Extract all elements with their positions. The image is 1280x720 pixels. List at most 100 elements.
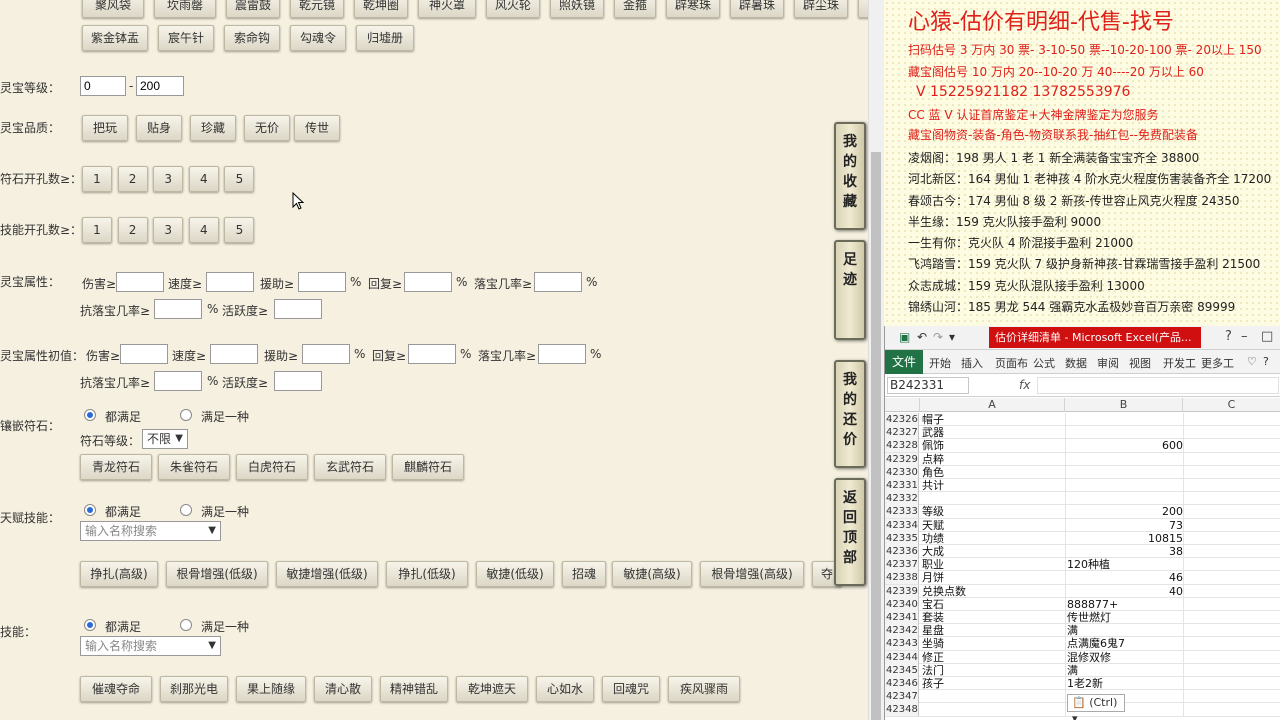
redo-icon[interactable]: ↷ <box>933 330 943 344</box>
ribbon-tab[interactable]: 数据 <box>1065 355 1087 371</box>
rune-holes-option-button[interactable]: 3 <box>153 166 184 192</box>
skill-option-button[interactable]: 疾风骤雨 <box>668 676 740 702</box>
skill-option-button[interactable]: 清心散 <box>314 676 372 702</box>
select-all-corner[interactable] <box>885 398 920 412</box>
row-number[interactable]: 42337 <box>885 558 919 572</box>
rune-type-button[interactable]: 白虎符石 <box>236 454 308 480</box>
attr-activity-input[interactable] <box>274 299 322 319</box>
item-type-button[interactable]: 照妖镜 <box>550 0 604 18</box>
cell-a[interactable]: 月饼 <box>922 571 1065 584</box>
rune-type-button[interactable]: 玄武符石 <box>314 454 386 480</box>
attr-anti-drop-input[interactable] <box>154 371 202 391</box>
cell-b[interactable]: 40 <box>1067 585 1183 598</box>
row-number[interactable]: 42331 <box>885 479 919 492</box>
cell-a[interactable]: 兑换点数 <box>922 585 1065 598</box>
chevron-down-icon[interactable]: ▾ <box>949 330 955 344</box>
ribbon-tab[interactable]: 插入 <box>961 355 983 371</box>
talent-any-radio[interactable] <box>180 504 192 516</box>
level-min-input[interactable] <box>80 76 126 96</box>
talent-option-button[interactable]: 敏捷(高级) <box>612 561 692 587</box>
skill-search-input[interactable]: 输入名称搜索 ▼ <box>80 636 221 656</box>
name-box[interactable]: B242331 <box>887 377 969 394</box>
ribbon-tab[interactable]: 视图 <box>1129 355 1151 371</box>
quality-option-button[interactable]: 贴身 <box>136 115 182 141</box>
cell-a[interactable]: 修正 <box>922 651 1065 664</box>
attr-damage-input[interactable] <box>120 344 168 364</box>
save-icon[interactable]: ▣ <box>899 330 910 344</box>
row-number[interactable]: 42344 <box>885 650 919 664</box>
item-type-button[interactable]: 勾魂令 <box>290 25 346 51</box>
item-type-button[interactable]: 聚风袋 <box>82 0 144 18</box>
column-header[interactable]: C <box>1183 398 1280 412</box>
skill-option-button[interactable]: 催魂夺命 <box>80 676 152 702</box>
footprints-tab[interactable]: 足迹 <box>834 240 866 340</box>
item-type-button[interactable]: 坎雨罄 <box>154 0 216 18</box>
row-number[interactable]: 42347 <box>885 690 919 704</box>
talent-search-input[interactable]: 输入名称搜索 ▼ <box>80 521 221 541</box>
attr-speed-input[interactable] <box>206 272 254 292</box>
cell-a[interactable]: 天赋 <box>922 519 1065 532</box>
cell-a[interactable]: 功绩 <box>922 532 1065 545</box>
cell-a[interactable]: 职业 <box>922 558 1065 571</box>
row-number[interactable]: 42329 <box>885 452 919 466</box>
quality-option-button[interactable]: 把玩 <box>82 115 128 141</box>
cell-a[interactable]: 孩子 <box>922 677 1065 690</box>
talent-option-button[interactable]: 招魂 <box>562 561 606 587</box>
inlay-any-radio[interactable] <box>180 409 192 421</box>
row-number[interactable]: 42335 <box>885 531 919 545</box>
cell-a[interactable]: 套装 <box>922 611 1065 624</box>
talent-option-button[interactable]: 挣扎(高级) <box>80 561 158 587</box>
quality-option-button[interactable]: 无价 <box>244 115 290 141</box>
item-type-button[interactable]: 辟尘珠 <box>794 0 848 18</box>
item-type-button[interactable]: 金箍 <box>614 0 656 18</box>
ribbon-tab[interactable]: 开发工 <box>1163 355 1196 371</box>
quality-option-button[interactable]: 传世 <box>294 115 340 141</box>
quality-option-button[interactable]: 珍藏 <box>190 115 236 141</box>
cell-b[interactable]: 200 <box>1067 505 1183 518</box>
item-type-button[interactable]: 神火罩 <box>418 0 476 18</box>
item-type-button[interactable]: 辟暑珠 <box>730 0 784 18</box>
ribbon-tab[interactable]: 更多工 <box>1201 355 1234 371</box>
row-number[interactable]: 42327 <box>885 426 919 440</box>
my-favorites-tab[interactable]: 我的收藏 <box>834 122 866 230</box>
cell-b[interactable]: 120种植 <box>1067 558 1183 571</box>
attr-drop-input[interactable] <box>534 272 582 292</box>
cell-a[interactable]: 等级 <box>922 505 1065 518</box>
cell-a[interactable]: 宝石 <box>922 598 1065 611</box>
skill-option-button[interactable]: 精神错乱 <box>380 676 448 702</box>
row-number[interactable]: 42333 <box>885 505 919 519</box>
cell-b[interactable]: 46 <box>1067 571 1183 584</box>
skill-any-radio[interactable] <box>180 619 192 631</box>
row-number[interactable]: 42336 <box>885 545 919 558</box>
attr-damage-input[interactable] <box>116 272 164 292</box>
row-number[interactable]: 42339 <box>885 584 919 598</box>
skill-option-button[interactable]: 果上随缘 <box>236 676 306 702</box>
row-number[interactable]: 42338 <box>885 571 919 585</box>
cell-b[interactable]: 38 <box>1067 545 1183 558</box>
item-type-button-overflow[interactable] <box>858 0 868 18</box>
ribbon-tab[interactable]: 页面布 <box>995 355 1028 371</box>
cell-a[interactable]: 角色 <box>922 466 1065 479</box>
skill-option-button[interactable]: 回魂咒 <box>602 676 660 702</box>
row-number[interactable]: 42343 <box>885 637 919 651</box>
ribbon-tab[interactable]: 公式 <box>1033 355 1055 371</box>
row-number[interactable]: 42334 <box>885 518 919 532</box>
fx-icon[interactable]: fx <box>1019 378 1030 392</box>
cell-a[interactable]: 星盘 <box>922 624 1065 637</box>
talent-option-button[interactable]: 敏捷增强(低级) <box>276 561 378 587</box>
rune-holes-option-button[interactable]: 4 <box>188 166 219 192</box>
row-number[interactable]: 42326 <box>885 413 919 426</box>
ribbon-tab[interactable]: 开始 <box>929 355 951 371</box>
item-type-button[interactable]: 宸午针 <box>158 25 214 51</box>
cell-b[interactable]: 888877+ <box>1067 598 1183 611</box>
inlay-all-radio[interactable] <box>84 409 96 421</box>
cell-b[interactable]: 600 <box>1067 439 1183 452</box>
cell-a[interactable]: 法门 <box>922 664 1065 677</box>
rune-holes-option-button[interactable]: 2 <box>117 166 148 192</box>
item-type-button[interactable]: 震雷鼓 <box>226 0 280 18</box>
row-number[interactable]: 42345 <box>885 663 919 677</box>
attr-assist-input[interactable] <box>298 272 346 292</box>
formula-input[interactable] <box>1037 377 1279 394</box>
row-number[interactable]: 42328 <box>885 439 919 453</box>
skill-holes-option-button[interactable]: 4 <box>188 217 219 243</box>
